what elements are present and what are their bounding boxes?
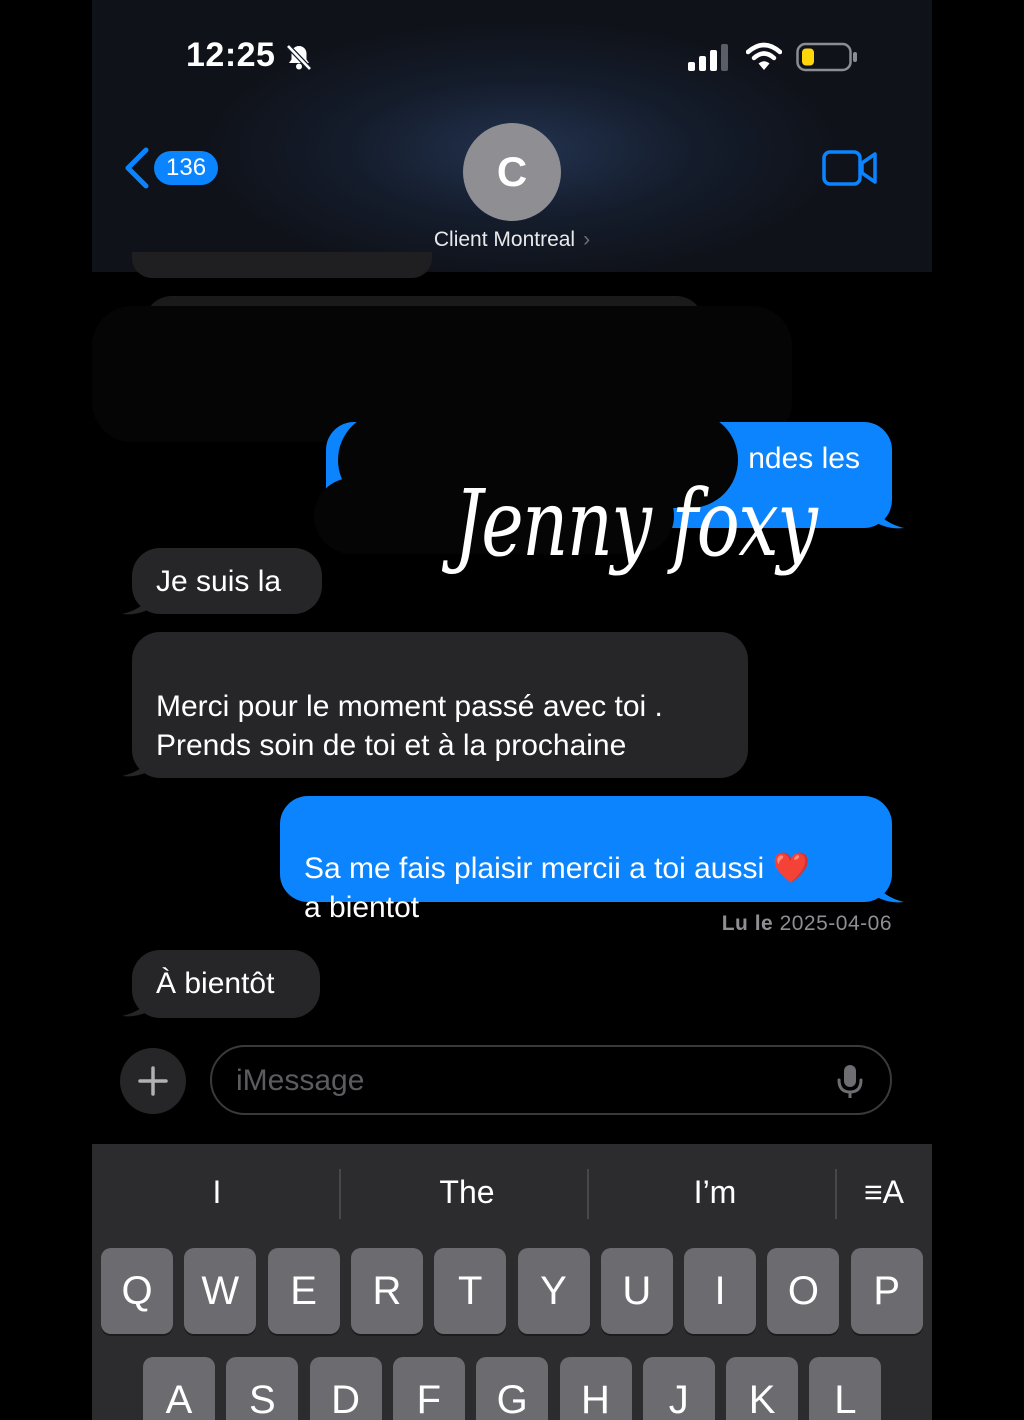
message-text: Je suis la: [156, 565, 282, 598]
key-q[interactable]: Q: [101, 1248, 173, 1334]
key-y[interactable]: Y: [517, 1248, 590, 1334]
message-text: Merci pour le moment passé avec toi . Pr…: [156, 690, 663, 762]
key-h[interactable]: H: [559, 1357, 632, 1420]
imessage-input[interactable]: iMessage: [210, 1045, 892, 1115]
contact-name-button[interactable]: Client Montreal ›: [392, 228, 632, 252]
watermark-text: Jenny foxy: [454, 470, 818, 577]
signal-icon: [688, 44, 728, 71]
bubble-tail: [122, 750, 154, 777]
status-time: 12:25: [186, 36, 276, 74]
read-date: 2025-04-06: [779, 912, 892, 935]
key-e[interactable]: E: [267, 1248, 340, 1334]
message-bubble-incoming[interactable]: À bientôt: [132, 950, 320, 1018]
input-placeholder: iMessage: [236, 1064, 365, 1097]
plus-icon: [138, 1066, 168, 1096]
key-k[interactable]: K: [726, 1357, 799, 1420]
text-format-icon[interactable]: ≡A: [852, 1174, 916, 1214]
bubble-tail: [872, 874, 904, 903]
key-p[interactable]: P: [850, 1248, 923, 1334]
phone-screen: 12:25 136 C Client Montreal › ndes les J…: [92, 0, 932, 1420]
keyboard: I The I’m ≡A QWERTYUIOP ASDFGHJKL: [92, 1144, 932, 1420]
key-s[interactable]: S: [226, 1357, 299, 1420]
suggestion-divider: [835, 1169, 837, 1219]
suggestion-1[interactable]: I: [132, 1174, 302, 1214]
unread-count-badge[interactable]: 136: [154, 151, 219, 185]
key-w[interactable]: W: [184, 1248, 257, 1334]
key-g[interactable]: G: [476, 1357, 549, 1420]
contact-avatar[interactable]: C: [463, 123, 561, 221]
suggestion-divider: [587, 1169, 589, 1219]
key-i[interactable]: I: [684, 1248, 757, 1334]
chevron-right-icon: ›: [583, 228, 591, 251]
key-a[interactable]: A: [143, 1357, 215, 1420]
key-j[interactable]: J: [642, 1357, 715, 1420]
back-chevron-icon[interactable]: [122, 146, 152, 190]
message-text: À bientôt: [156, 967, 275, 1000]
message-bubble-incoming[interactable]: Je suis la: [132, 548, 322, 614]
bubble-tail: [122, 990, 154, 1017]
bubble-tail: [122, 588, 154, 615]
key-f[interactable]: F: [392, 1357, 465, 1420]
key-o[interactable]: O: [767, 1248, 840, 1334]
message-bubble-incoming[interactable]: Merci pour le moment passé avec toi . Pr…: [132, 632, 748, 778]
bell-slash-icon: [286, 44, 312, 71]
key-l[interactable]: L: [809, 1357, 882, 1420]
suggestion-3[interactable]: I’m: [630, 1174, 800, 1214]
bubble-tail: [872, 500, 904, 529]
suggestion-divider: [339, 1169, 341, 1219]
battery-low-icon: [796, 42, 857, 72]
message-bubble-outgoing[interactable]: Sa me fais plaisir mercii a toi aussi ❤️…: [280, 796, 892, 924]
key-r[interactable]: R: [350, 1248, 423, 1334]
previous-message-edge: [132, 252, 432, 278]
key-d[interactable]: D: [309, 1357, 382, 1420]
video-camera-icon[interactable]: [822, 148, 878, 188]
contact-name: Client Montreal: [433, 228, 576, 251]
key-t[interactable]: T: [434, 1248, 507, 1334]
conversation-header: 12:25 136 C Client Montreal ›: [92, 0, 932, 272]
read-receipt: Lu le 2025-04-06: [722, 912, 892, 936]
suggestion-2[interactable]: The: [382, 1174, 552, 1214]
read-label: Lu le: [721, 912, 774, 935]
wifi-icon: [746, 42, 782, 70]
add-attachment-button[interactable]: [120, 1048, 186, 1114]
microphone-icon[interactable]: [836, 1064, 864, 1100]
key-u[interactable]: U: [600, 1248, 673, 1334]
